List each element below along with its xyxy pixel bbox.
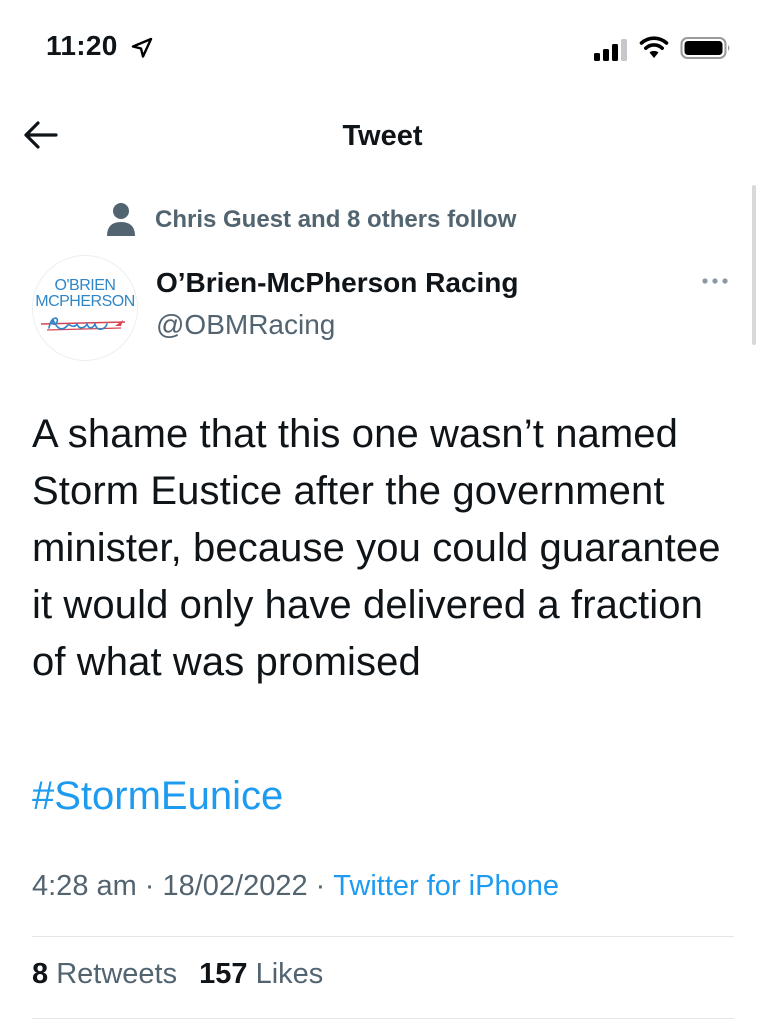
location-arrow-icon [131,37,153,58]
tweet-time: 4:28 am [32,870,137,902]
tweet-text: A shame that this one wasn’t named Storm… [32,412,721,684]
divider [32,1018,734,1019]
avatar-logo-line2: MCPHERSON [35,293,135,310]
tweet-date: 18/02/2022 [162,870,308,902]
likes-count: 157 [199,958,248,990]
avatar-script-logo [40,317,126,331]
status-time: 11:20 [46,30,118,61]
tweet-stats: 8 Retweets 157 Likes [32,958,337,991]
top-navigation: Tweet [0,100,765,170]
likes-stat[interactable]: 157 Likes [199,958,323,990]
social-context[interactable]: Chris Guest and 8 others follow [106,200,516,240]
cellular-signal-icon [594,39,627,61]
tweet-source-link[interactable]: Twitter for iPhone [333,870,559,902]
page-title: Tweet [342,120,423,152]
tweet-author-header: O'BRIEN MCPHERSON O’Brien-McPherson Raci… [32,255,742,365]
author-display-name[interactable]: O’Brien-McPherson Racing [156,267,519,299]
likes-label: Likes [255,958,324,990]
retweets-count: 8 [32,958,49,990]
author-handle[interactable]: @OBMRacing [156,309,335,341]
status-bar: 11:20 [0,0,765,96]
avatar[interactable]: O'BRIEN MCPHERSON [32,255,138,361]
more-options-icon[interactable] [700,273,730,289]
meta-separator: · [144,870,155,902]
avatar-logo-line1: O'BRIEN [54,277,116,294]
scroll-indicator [752,185,756,345]
battery-icon [680,37,730,59]
retweets-stat[interactable]: 8 Retweets [32,958,177,990]
social-context-text: Chris Guest and 8 others follow [155,206,517,233]
meta-separator: · [315,870,326,902]
wifi-icon [639,36,669,58]
hashtag-link[interactable]: #StormEunice [32,768,283,825]
divider [32,936,734,937]
tweet-metadata: 4:28 am · 18/02/2022 · Twitter for iPhone [32,870,559,903]
retweets-label: Retweets [56,958,178,990]
person-icon [107,203,135,236]
